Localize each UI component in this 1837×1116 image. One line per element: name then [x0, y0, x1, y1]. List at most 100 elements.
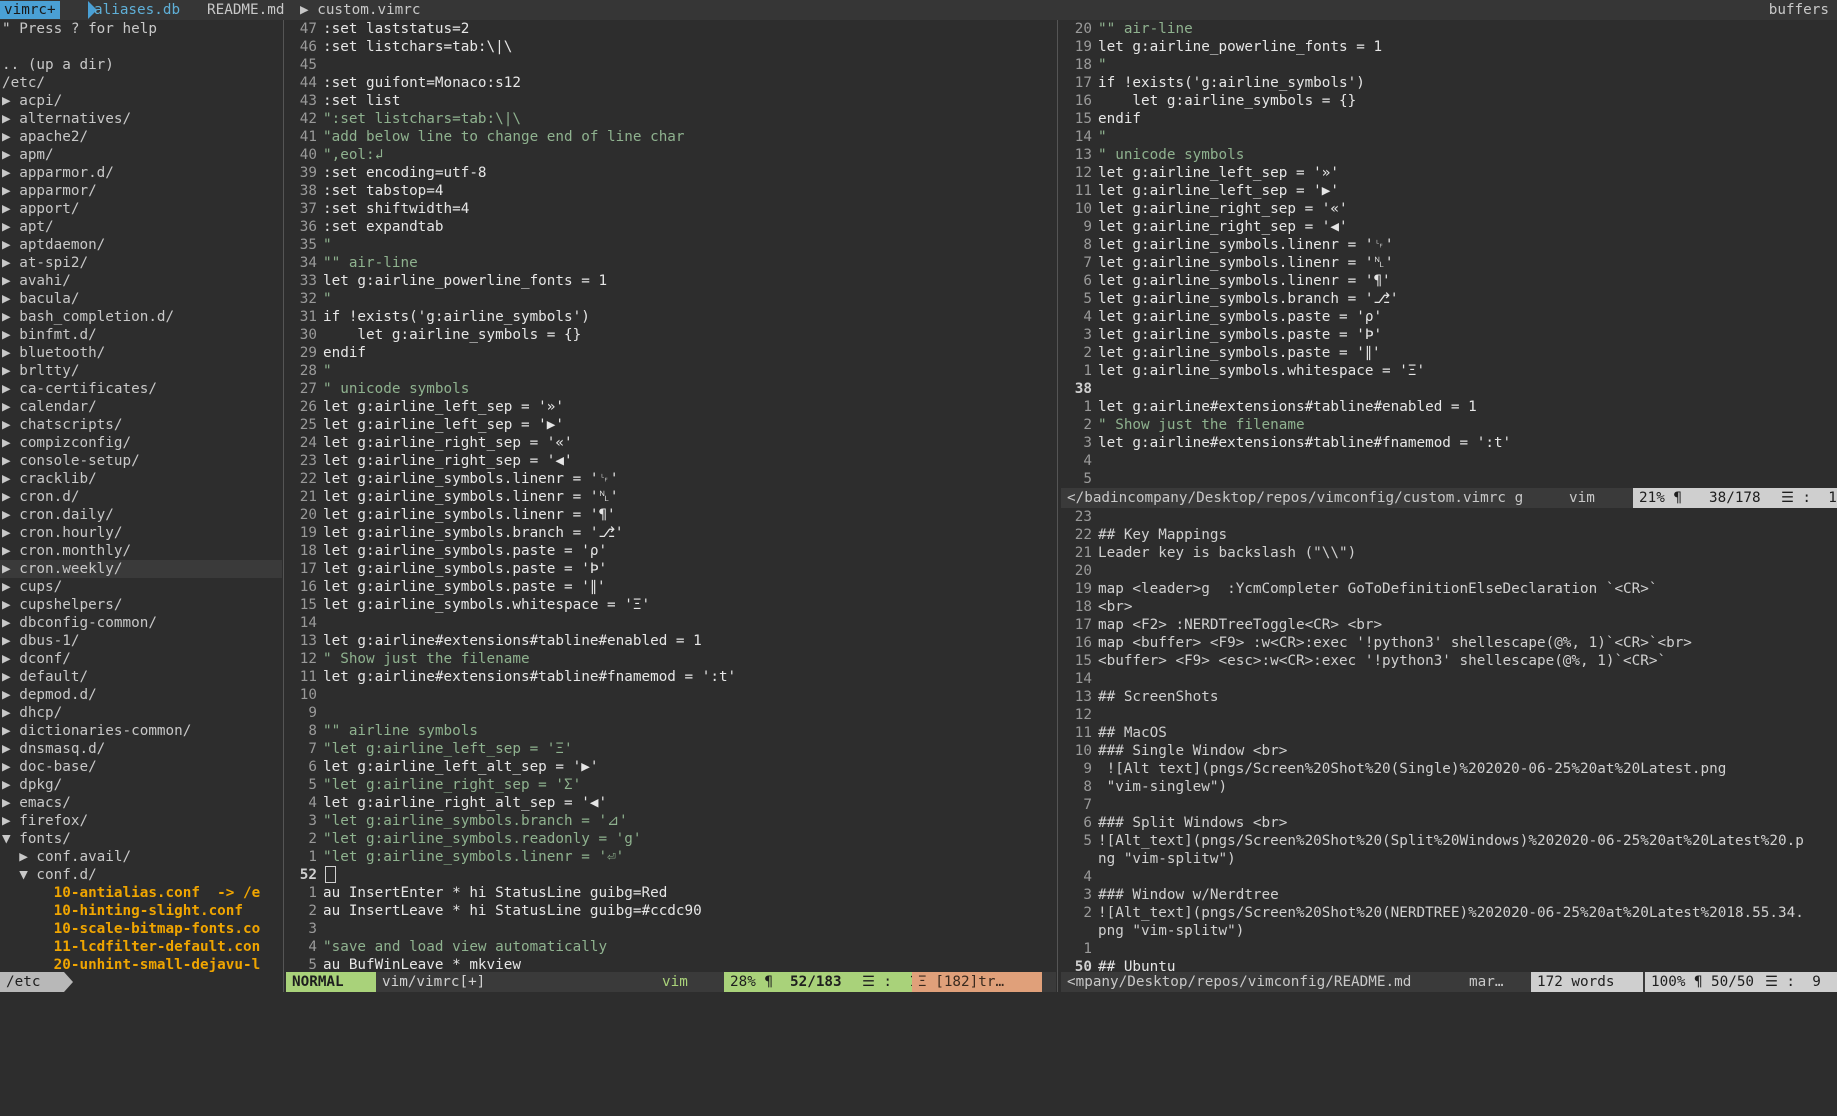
tree-dir-item[interactable]: ▶ bash_completion.d/ — [0, 308, 282, 326]
tree-dir-item[interactable]: ▶ bacula/ — [0, 290, 282, 308]
code-line[interactable]: 18 " — [1061, 56, 1837, 74]
code-line[interactable]: 41 "add below line to change end of line … — [286, 128, 1056, 146]
code-line[interactable]: 23 let g:airline_right_sep = '◀' — [286, 452, 1056, 470]
code-line[interactable]: 2 "let g:airline_symbols.readonly = 'g' — [286, 830, 1056, 848]
editor-readme[interactable]: 23 22 ## Key Mappings 21 Leader key is backs… — [1061, 508, 1837, 972]
code-line[interactable]: 13 let g:airline#extensions#tabline#enabl… — [286, 632, 1056, 650]
code-line[interactable]: 33 let g:airline_powerline_fonts = 1 — [286, 272, 1056, 290]
code-line[interactable]: 6 ### Split Windows <br> — [1061, 814, 1837, 832]
code-line[interactable]: 3 let g:airline_symbols.paste = 'Þ' — [1061, 326, 1837, 344]
tree-dir-item[interactable]: ▶ ca-certificates/ — [0, 380, 282, 398]
code-line[interactable]: 16 let g:airline_symbols.paste = '∥' — [286, 578, 1056, 596]
code-line[interactable]: 15 <buffer> <F9> <esc>:w<CR>:exec '!pytho… — [1061, 652, 1837, 670]
code-line[interactable]: 7 "let g:airline_left_sep = 'Ξ' — [286, 740, 1056, 758]
code-line[interactable]: 8 "" airline symbols — [286, 722, 1056, 740]
tree-dir-item[interactable]: ▶ apparmor.d/ — [0, 164, 282, 182]
code-line[interactable]: 2 " Show just the filename — [1061, 416, 1837, 434]
code-line[interactable]: 38:set tabstop=4 — [286, 182, 1056, 200]
tree-dir-item[interactable]: ▶ conf.avail/ — [0, 848, 282, 866]
code-line[interactable]: 7 — [1061, 796, 1837, 814]
tree-dir-item[interactable]: ▶ compizconfig/ — [0, 434, 282, 452]
editor-custom-vimrc[interactable]: 20 "" air-line 19 let g:airline_powerline_f… — [1061, 20, 1837, 488]
tree-dir-item[interactable]: ▶ dconf/ — [0, 650, 282, 668]
code-line[interactable]: 52 — [286, 866, 1056, 884]
code-line[interactable]: 50 ## Ubuntu — [1061, 958, 1837, 972]
code-line[interactable]: 46:set listchars=tab:\|\ — [286, 38, 1056, 56]
tree-dir-item[interactable]: ▶ dbconfig-common/ — [0, 614, 282, 632]
code-line[interactable]: 1 — [1061, 940, 1837, 958]
code-line[interactable]: 44:set guifont=Monaco:s12 — [286, 74, 1056, 92]
code-line[interactable]: 1 "let g:airline_symbols.linenr = '⏎' — [286, 848, 1056, 866]
tree-dir-item[interactable]: ▶ default/ — [0, 668, 282, 686]
code-line[interactable]: 31 if !exists('g:airline_symbols') — [286, 308, 1056, 326]
tree-dir-item[interactable]: ▼ conf.d/ — [0, 866, 282, 884]
code-line[interactable]: 15 endif — [1061, 110, 1837, 128]
code-line[interactable]: 26 let g:airline_left_sep = '»' — [286, 398, 1056, 416]
code-line[interactable]: 12 — [1061, 706, 1837, 724]
tree-dir-item[interactable]: ▶ calendar/ — [0, 398, 282, 416]
code-line[interactable]: 10 let g:airline_right_sep = '«' — [1061, 200, 1837, 218]
code-line[interactable]: png "vim-splitw") — [1061, 922, 1837, 940]
code-line[interactable]: 17 map <F2> :NERDTreeToggle<CR> <br> — [1061, 616, 1837, 634]
tree-dir-item[interactable]: ▶ alternatives/ — [0, 110, 282, 128]
code-line[interactable]: 18 <br> — [1061, 598, 1837, 616]
code-line[interactable]: 22 let g:airline_symbols.linenr = '␊' — [286, 470, 1056, 488]
tree-dir-item[interactable]: ▶ cracklib/ — [0, 470, 282, 488]
editor-vimrc[interactable]: 47:set laststatus=2 46:set listchars=tab:… — [286, 20, 1056, 972]
code-line[interactable]: 1 au InsertEnter * hi StatusLine guibg=Re… — [286, 884, 1056, 902]
code-line[interactable]: 29 endif — [286, 344, 1056, 362]
code-line[interactable]: 14 " — [1061, 128, 1837, 146]
code-line[interactable]: 8 let g:airline_symbols.linenr = '␊' — [1061, 236, 1837, 254]
code-line[interactable]: 19 let g:airline_powerline_fonts = 1 — [1061, 38, 1837, 56]
code-line[interactable]: 34 "" air-line — [286, 254, 1056, 272]
code-line[interactable]: 5 ![Alt_text](pngs/Screen%20Shot%20(Split… — [1061, 832, 1837, 850]
code-line[interactable]: 5 au BufWinLeave * mkview — [286, 956, 1056, 972]
code-line[interactable]: 37:set shiftwidth=4 — [286, 200, 1056, 218]
tree-dir-item[interactable]: ▶ brltty/ — [0, 362, 282, 380]
code-line[interactable]: 16 map <buffer> <F9> :w<CR>:exec '!python… — [1061, 634, 1837, 652]
code-line[interactable]: 16 let g:airline_symbols = {} — [1061, 92, 1837, 110]
code-line[interactable]: 20 — [1061, 562, 1837, 580]
tree-dir-item[interactable]: ▶ apache2/ — [0, 128, 282, 146]
code-line[interactable]: 5 — [1061, 470, 1837, 488]
code-line[interactable]: 30 let g:airline_symbols = {} — [286, 326, 1056, 344]
code-line[interactable]: 3 let g:airline#extensions#tabline#fnamem… — [1061, 434, 1837, 452]
tree-dir-item[interactable]: ▶ apm/ — [0, 146, 282, 164]
tree-dir-item[interactable]: ▶ dictionaries-common/ — [0, 722, 282, 740]
code-line[interactable]: 2 ![Alt_text](pngs/Screen%20Shot%20(NERDT… — [1061, 904, 1837, 922]
code-line[interactable]: 38 — [1061, 380, 1837, 398]
code-line[interactable]: 17 let g:airline_symbols.paste = 'Þ' — [286, 560, 1056, 578]
tree-dir-item[interactable]: ▶ dhcp/ — [0, 704, 282, 722]
tree-dir-item[interactable]: ▶ avahi/ — [0, 272, 282, 290]
code-line[interactable]: 17 if !exists('g:airline_symbols') — [1061, 74, 1837, 92]
code-line[interactable]: 4 let g:airline_symbols.paste = 'ρ' — [1061, 308, 1837, 326]
tab-custom-vimrc[interactable]: ▶ custom.vimrc — [296, 1, 425, 19]
code-line[interactable]: 9 — [286, 704, 1056, 722]
code-line[interactable]: 19 let g:airline_symbols.branch = '⎇' — [286, 524, 1056, 542]
tree-dir-item[interactable]: ▶ cupshelpers/ — [0, 596, 282, 614]
code-line[interactable]: 4 — [1061, 452, 1837, 470]
tree-dir-item[interactable]: ▶ cups/ — [0, 578, 282, 596]
tree-dir-item[interactable]: ▶ emacs/ — [0, 794, 282, 812]
code-line[interactable]: 4 "save and load view automatically — [286, 938, 1056, 956]
code-line[interactable]: 9 ![Alt text](pngs/Screen%20Shot%20(Sing… — [1061, 760, 1837, 778]
tree-dir-item[interactable]: ▶ apparmor/ — [0, 182, 282, 200]
code-line[interactable]: ng "vim-splitw") — [1061, 850, 1837, 868]
code-line[interactable]: 27 " unicode symbols — [286, 380, 1056, 398]
tree-dir-item[interactable]: ▶ aptdaemon/ — [0, 236, 282, 254]
code-line[interactable]: 32 " — [286, 290, 1056, 308]
code-line[interactable]: 12 let g:airline_left_sep = '»' — [1061, 164, 1837, 182]
tree-dir-item[interactable]: ▶ cron.daily/ — [0, 506, 282, 524]
code-line[interactable]: 40 ",eol:↲ — [286, 146, 1056, 164]
tree-dir-item[interactable]: ▶ depmod.d/ — [0, 686, 282, 704]
code-line[interactable]: 13 ## ScreenShots — [1061, 688, 1837, 706]
code-line[interactable]: 14 — [1061, 670, 1837, 688]
tree-dir-item[interactable]: .. (up a dir) — [0, 56, 282, 74]
code-line[interactable]: 5 "let g:airline_right_sep = 'Σ' — [286, 776, 1056, 794]
tree-dir-item[interactable]: ▶ cron.weekly/ — [0, 560, 282, 578]
tree-dir-item[interactable]: ▶ dbus-1/ — [0, 632, 282, 650]
tree-dir-item[interactable]: ▶ cron.monthly/ — [0, 542, 282, 560]
tree-dir-item[interactable]: ▶ apt/ — [0, 218, 282, 236]
code-line[interactable]: 3 ### Window w/Nerdtree — [1061, 886, 1837, 904]
code-line[interactable]: 24 let g:airline_right_sep = '«' — [286, 434, 1056, 452]
